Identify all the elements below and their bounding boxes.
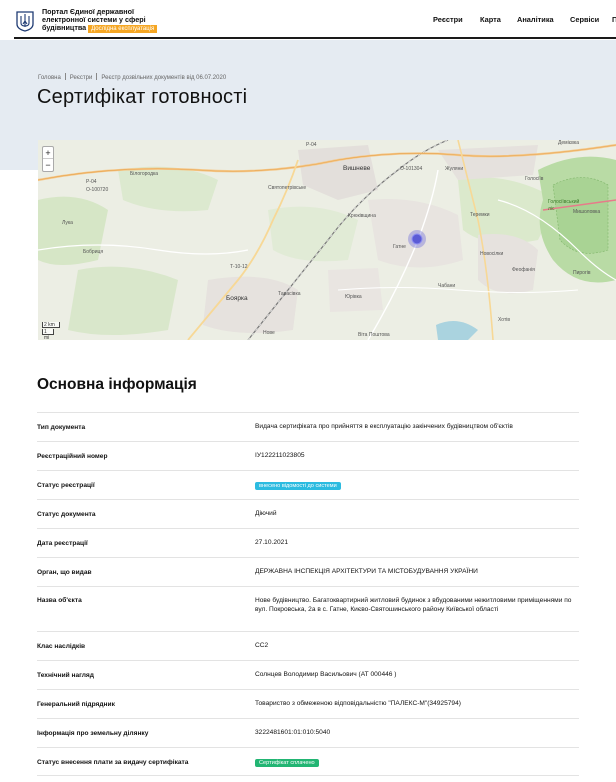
- info-value: СС2: [255, 642, 269, 649]
- info-label: Назва об'єкта: [37, 597, 82, 604]
- nav-item-more[interactable]: П: [612, 15, 616, 24]
- info-row: Технічний нагляд Солнцев Володимир Васил…: [37, 660, 579, 689]
- svg-text:ліс: ліс: [548, 206, 555, 212]
- svg-text:Нове: Нове: [263, 330, 275, 336]
- page-title: Сертифікат готовності: [37, 86, 248, 108]
- info-table: Тип документа Видача сертифіката про при…: [37, 412, 579, 776]
- registration-status-badge: внесено відомості до системи: [255, 482, 341, 490]
- info-value: ДЕРЖАВНА ІНСПЕКЦІЯ АРХІТЕКТУРИ ТА МІСТОБ…: [255, 568, 478, 575]
- nav-item-map[interactable]: Карта: [480, 15, 501, 24]
- breadcrumb-registries[interactable]: Реєстри: [70, 75, 93, 81]
- trident-coat-of-arms-icon[interactable]: [15, 10, 35, 32]
- info-value: 27.10.2021: [255, 539, 289, 546]
- info-label: Статус реєстрації: [37, 482, 95, 489]
- info-value: Товариство з обмеженою відповідальністю …: [255, 700, 461, 707]
- breadcrumb-current[interactable]: Реєстр дозвільних документів від 06.07.2…: [101, 75, 226, 81]
- info-row: Орган, що видав ДЕРЖАВНА ІНСПЕКЦІЯ АРХІТ…: [37, 557, 579, 586]
- info-label: Реєстраційний номер: [37, 453, 108, 460]
- map-scale-km: 2 km: [42, 322, 60, 328]
- site-header: Портал Єдиної державної електронної сист…: [0, 0, 616, 40]
- info-row: Статус документа Діючий: [37, 499, 579, 528]
- breadcrumb-separator: [96, 73, 98, 80]
- svg-text:Жуляни: Жуляни: [445, 166, 463, 172]
- svg-text:Білогородка: Білогородка: [130, 171, 158, 177]
- zoom-out-button[interactable]: −: [43, 159, 53, 171]
- svg-text:О-101304: О-101304: [400, 166, 422, 172]
- portal-title[interactable]: Портал Єдиної державної електронної сист…: [42, 8, 158, 33]
- svg-text:О-100720: О-100720: [86, 187, 108, 193]
- info-label: Статус документа: [37, 511, 96, 518]
- map-zoom-control: + −: [42, 146, 54, 172]
- info-value: Діючий: [255, 510, 277, 517]
- nav-item-services[interactable]: Сервіси: [570, 15, 599, 24]
- info-label: Інформація про земельну ділянку: [37, 730, 149, 737]
- svg-text:Голосіївський: Голосіївський: [548, 198, 579, 205]
- info-row: Назва об'єкта Нове будівництво. Багатокв…: [37, 586, 579, 631]
- location-map[interactable]: Р-04 Р-04 О-100720 Білогородка Святопетр…: [38, 140, 616, 340]
- info-label: Статус внесення плати за видачу сертифік…: [37, 759, 189, 766]
- svg-text:Хотів: Хотів: [498, 317, 510, 323]
- svg-text:Віта Поштова: Віта Поштова: [358, 332, 390, 338]
- svg-text:Вишневе: Вишневе: [343, 165, 371, 172]
- info-row: Статус внесення плати за видачу сертифік…: [37, 747, 579, 776]
- info-row: Реєстраційний номер ІУ122211023805: [37, 441, 579, 470]
- info-label: Технічний нагляд: [37, 672, 94, 679]
- breadcrumb-home[interactable]: Головна: [38, 75, 61, 81]
- info-label: Дата реєстрації: [37, 540, 88, 547]
- fee-status-badge: Сертифікат сплачено: [255, 759, 319, 767]
- svg-text:Святопетрівське: Святопетрівське: [268, 185, 306, 191]
- svg-text:Пирогів: Пирогів: [573, 270, 591, 276]
- breadcrumb: Головна Реєстри Реєстр дозвільних документ…: [38, 73, 226, 81]
- svg-text:Боярка: Боярка: [226, 295, 248, 302]
- map-tiles: Р-04 Р-04 О-100720 Білогородка Святопетр…: [38, 140, 616, 340]
- svg-text:Гатне: Гатне: [393, 244, 406, 250]
- portal-title-line3: будівництва: [42, 23, 87, 32]
- breadcrumb-separator: [64, 73, 66, 80]
- header-divider: [14, 37, 616, 39]
- svg-text:Феофанія: Феофанія: [512, 267, 535, 273]
- location-marker: [411, 233, 423, 245]
- svg-text:Лука: Лука: [62, 220, 73, 226]
- svg-text:Голосіїв: Голосіїв: [525, 176, 544, 182]
- info-value: Нове будівництво. Багатоквартирний житло…: [255, 597, 572, 613]
- svg-text:Тарасівка: Тарасівка: [278, 291, 301, 297]
- svg-text:Крюківщина: Крюківщина: [348, 213, 376, 219]
- info-row: Статус реєстрації внесено відомості до с…: [37, 470, 579, 499]
- svg-text:Юрівка: Юрівка: [345, 294, 362, 300]
- map-label: Р-04: [306, 142, 317, 148]
- info-row: Дата реєстрації 27.10.2021: [37, 528, 579, 557]
- svg-text:Теремки: Теремки: [470, 212, 490, 218]
- svg-text:Демієвка: Демієвка: [558, 140, 579, 146]
- trial-badge: Дослідна експлуатація: [88, 25, 158, 33]
- map-scale-mi: 1 mi: [42, 329, 54, 341]
- svg-text:Новосілки: Новосілки: [480, 251, 503, 257]
- svg-text:Чабани: Чабани: [438, 283, 455, 289]
- info-label: Клас наслідків: [37, 643, 86, 650]
- map-scale: 2 km 1 mi: [42, 322, 60, 341]
- info-row: Тип документа Видача сертифіката про при…: [37, 412, 579, 441]
- svg-text:Р-04: Р-04: [86, 179, 97, 185]
- nav-item-registries[interactable]: Реєстри: [433, 15, 463, 24]
- info-value: 3222481601:01:010:5040: [255, 729, 331, 736]
- nav-item-analytics[interactable]: Аналітика: [517, 15, 554, 24]
- svg-text:Бобриця: Бобриця: [83, 249, 103, 255]
- info-row: Генеральний підрядник Товариство з обмеж…: [37, 689, 579, 718]
- section-title: Основна інформація: [37, 376, 197, 393]
- svg-text:Т-10-12: Т-10-12: [230, 264, 248, 270]
- info-label: Генеральний підрядник: [37, 701, 115, 708]
- info-value: Видача сертифіката про прийняття в експл…: [255, 423, 513, 430]
- info-row: Клас наслідків СС2: [37, 631, 579, 660]
- info-label: Орган, що видав: [37, 569, 92, 576]
- info-row: Інформація про земельну ділянку 32224816…: [37, 718, 579, 747]
- svg-text:Мишоловка: Мишоловка: [573, 209, 600, 215]
- info-label: Тип документа: [37, 424, 86, 431]
- info-value: ІУ122211023805: [255, 452, 305, 459]
- info-value: Солнцев Володимир Васильович (АТ 000446 …: [255, 671, 397, 678]
- zoom-in-button[interactable]: +: [43, 147, 53, 159]
